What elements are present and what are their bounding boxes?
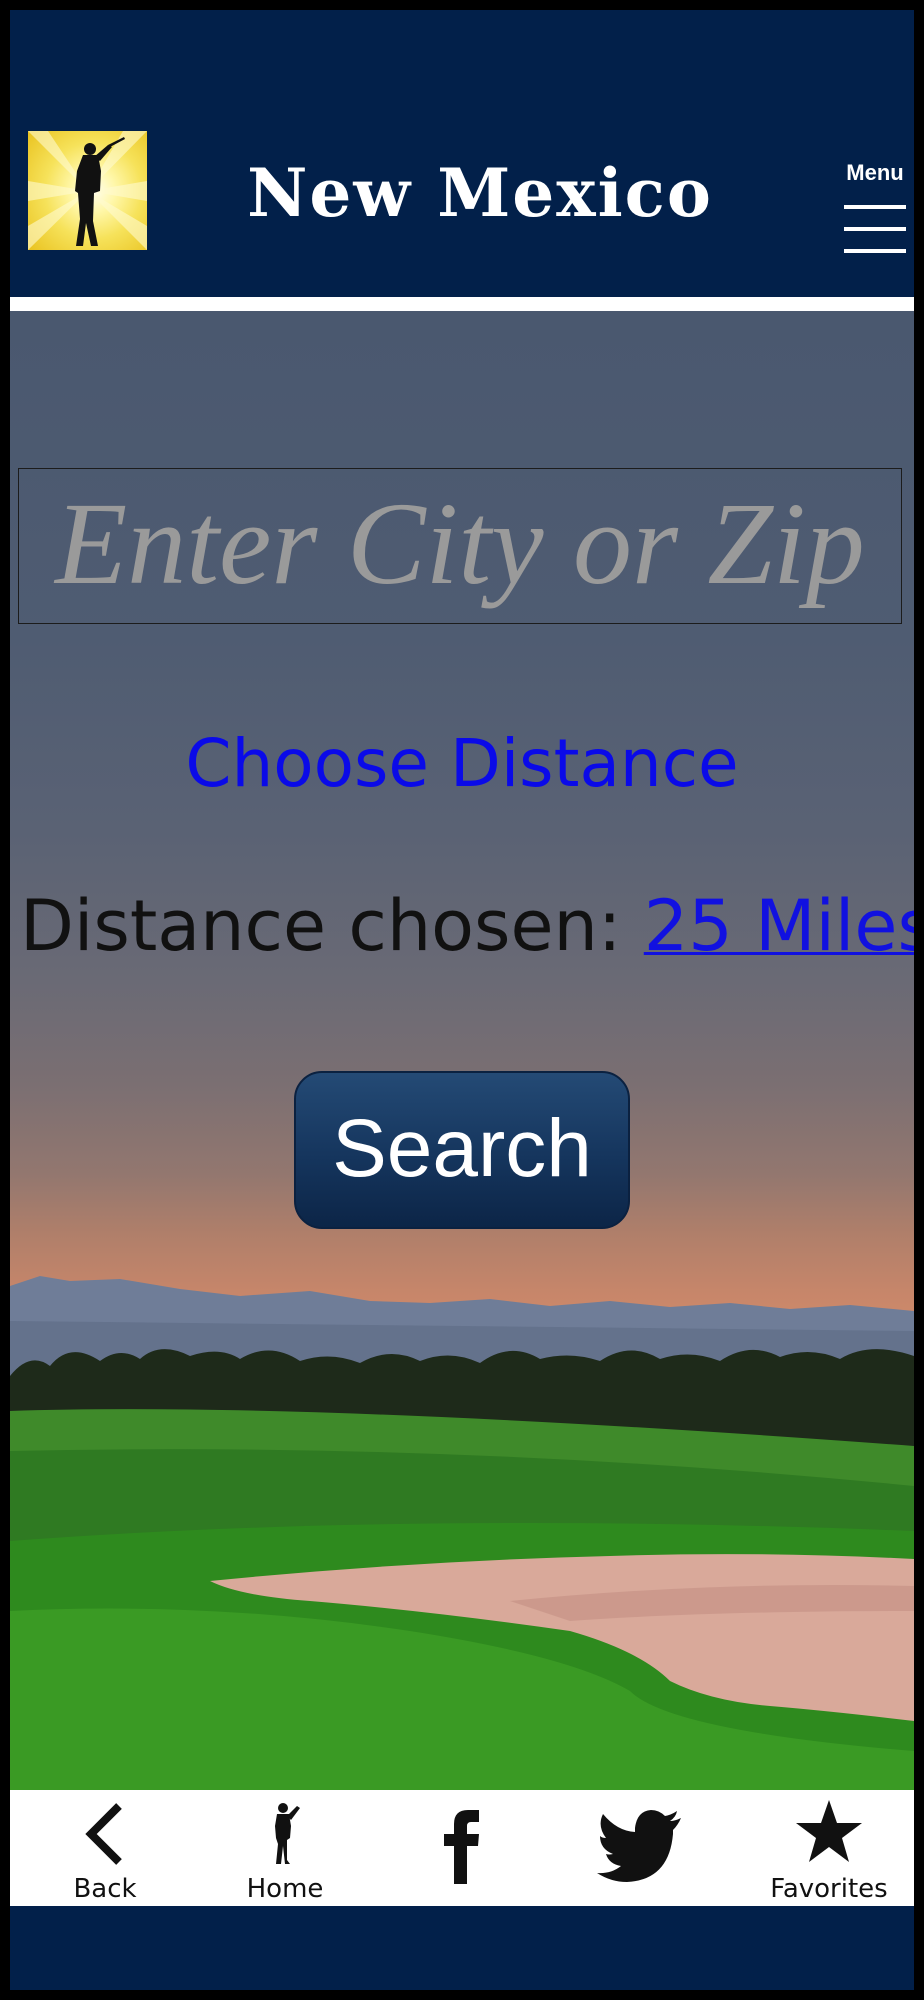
twitter-icon xyxy=(597,1810,681,1882)
footer-bar xyxy=(10,1906,914,1990)
distance-chosen-row: Distance chosen: 25 Miles xyxy=(20,891,914,961)
header: New Mexico Menu xyxy=(10,10,914,295)
star-icon xyxy=(796,1800,862,1862)
golf-course-background: Enter City or Zip Choose Distance Distan… xyxy=(10,311,914,1800)
distance-chosen-label: Distance chosen: xyxy=(20,885,622,967)
chevron-left-icon xyxy=(85,1803,122,1865)
page-title: New Mexico xyxy=(247,154,713,232)
hamburger-icon-bar-middle xyxy=(844,227,906,231)
facebook-icon xyxy=(444,1810,479,1884)
nav-home-label: Home xyxy=(246,1874,324,1904)
menu-button[interactable]: Menu xyxy=(840,160,910,260)
golfer-home-icon xyxy=(275,1803,300,1864)
bottom-navigation: Back Home Favorites xyxy=(10,1790,914,1906)
choose-distance-link[interactable]: Choose Distance xyxy=(10,731,914,797)
city-zip-input[interactable]: Enter City or Zip xyxy=(18,468,902,624)
hamburger-icon-bar-bottom xyxy=(844,249,906,253)
nav-facebook[interactable] xyxy=(412,1790,512,1906)
hamburger-icon-bar-top xyxy=(844,205,906,209)
nav-home[interactable]: Home xyxy=(230,1790,340,1906)
nav-back[interactable]: Back xyxy=(50,1790,160,1906)
nav-back-label: Back xyxy=(73,1874,137,1904)
nav-twitter[interactable] xyxy=(590,1790,690,1906)
search-button[interactable]: Search xyxy=(294,1071,630,1229)
golfer-logo-icon[interactable] xyxy=(28,131,147,250)
app-frame: New Mexico Menu Enter City or Zip Choose… xyxy=(10,10,914,1990)
menu-label: Menu xyxy=(846,160,904,185)
nav-favorites[interactable]: Favorites xyxy=(762,1790,896,1906)
nav-favorites-label: Favorites xyxy=(770,1874,888,1904)
header-divider xyxy=(10,297,914,311)
distance-value-link[interactable]: 25 Miles xyxy=(644,885,914,967)
